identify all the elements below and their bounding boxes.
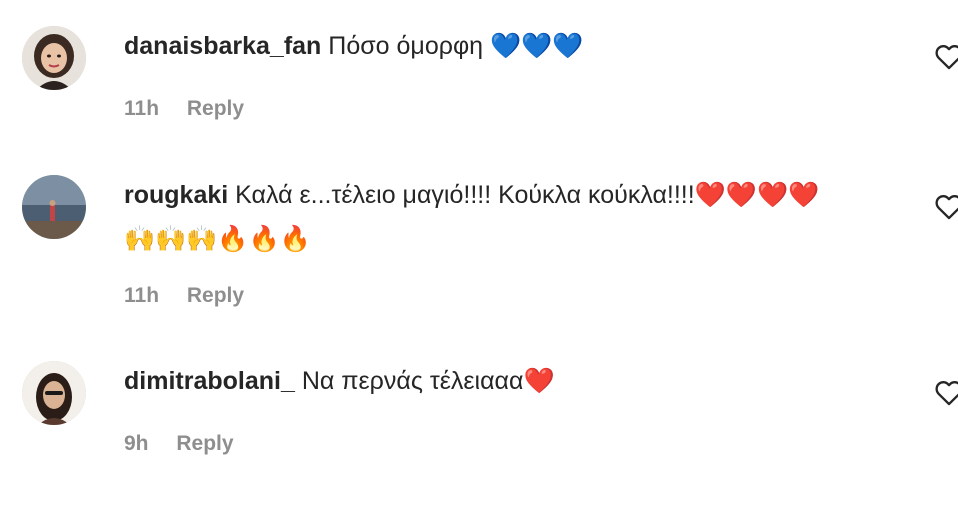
comment-emoji-fire: 🔥🔥🔥 xyxy=(217,224,311,253)
comment-text: Καλά ε...τέλειο μαγιό!!!! Κούκλα κούκλα!… xyxy=(235,181,695,209)
comment-body: dimitrabolani_ Να περνάς τέλειααα❤️ xyxy=(124,359,914,403)
avatar[interactable] xyxy=(22,26,86,90)
comment-meta: 11h Reply xyxy=(124,284,244,308)
comment-text: Πόσο όμορφη xyxy=(328,32,491,60)
reply-button[interactable]: Reply xyxy=(187,284,244,307)
comment-body: danaisbarka_fan Πόσο όμορφη 💙💙💙 xyxy=(124,24,914,68)
comment-emoji: ❤️ xyxy=(523,366,555,395)
avatar[interactable] xyxy=(22,361,86,425)
heart-outline-icon[interactable] xyxy=(935,380,958,406)
comment-emoji-hands: 🙌🙌🙌 xyxy=(124,224,218,253)
comment-timestamp[interactable]: 11h xyxy=(124,97,159,120)
comment-timestamp[interactable]: 11h xyxy=(124,284,159,307)
comment-emoji: ❤️❤️❤️❤️ xyxy=(694,180,820,209)
comment-username[interactable]: dimitrabolani_ xyxy=(124,367,295,395)
avatar[interactable] xyxy=(22,175,86,239)
reply-button[interactable]: Reply xyxy=(176,432,233,455)
comment-username[interactable]: rougkaki xyxy=(124,181,228,209)
comment-meta: 11h Reply xyxy=(124,97,244,121)
comment-meta: 9h Reply xyxy=(124,432,234,456)
heart-outline-icon[interactable] xyxy=(935,44,958,70)
reply-button[interactable]: Reply xyxy=(187,97,244,120)
comment-text: Να περνάς τέλειααα xyxy=(301,367,524,395)
comment-username[interactable]: danaisbarka_fan xyxy=(124,32,321,60)
comment-emoji: 💙💙💙 xyxy=(490,31,584,60)
comment-body: rougkaki Καλά ε...τέλειο μαγιό!!!! Κούκλ… xyxy=(124,173,914,261)
comment-timestamp[interactable]: 9h xyxy=(124,432,149,455)
heart-outline-icon[interactable] xyxy=(935,194,958,220)
